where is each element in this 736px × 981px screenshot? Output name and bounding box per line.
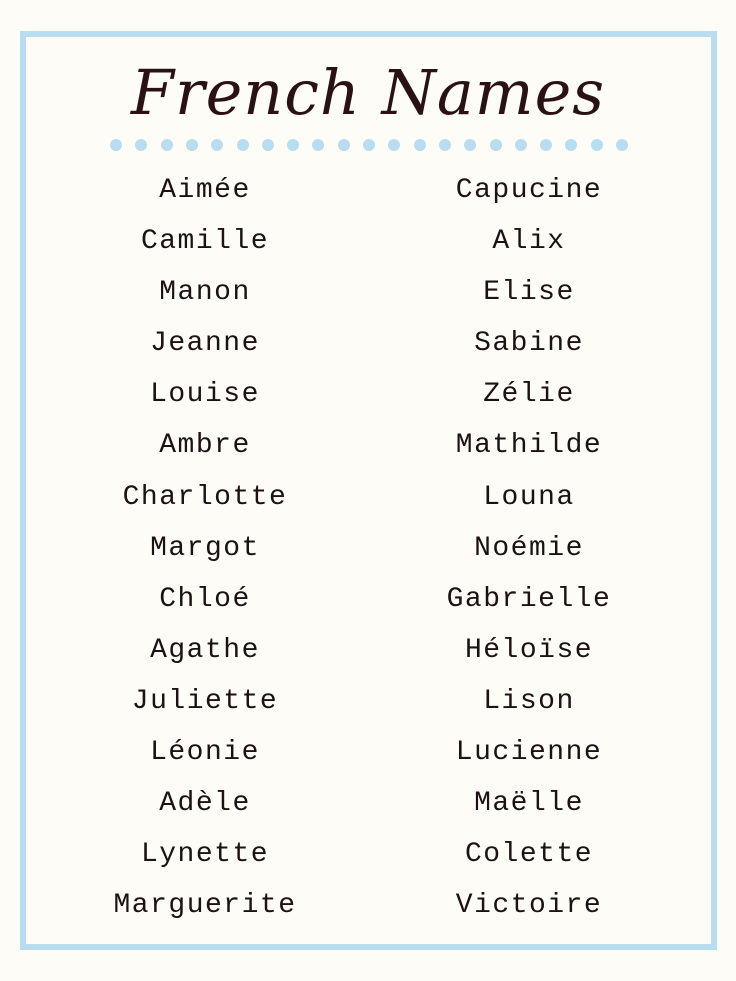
divider-dot bbox=[590, 139, 603, 151]
name-item: Margot bbox=[150, 532, 260, 564]
name-item: Noémie bbox=[474, 532, 584, 564]
divider-dot bbox=[135, 139, 148, 151]
page-title: French Names bbox=[130, 56, 606, 129]
name-item: Ambre bbox=[159, 430, 251, 462]
divider-dot bbox=[160, 139, 173, 151]
names-column-left: Aimée Camille Manon Jeanne Louise Ambre … bbox=[55, 165, 355, 931]
divider-dot bbox=[185, 139, 198, 151]
divider-dot bbox=[565, 139, 578, 151]
name-item: Colette bbox=[464, 839, 594, 871]
divider-dot bbox=[464, 139, 477, 151]
name-item: Alix bbox=[492, 226, 566, 258]
divider-dot bbox=[489, 139, 502, 151]
name-item: Mathilde bbox=[455, 430, 603, 462]
divider-dot bbox=[312, 139, 325, 151]
divider-dot bbox=[413, 139, 426, 151]
divider-dot bbox=[337, 139, 350, 151]
name-item: Chloé bbox=[159, 583, 251, 615]
divider-dot bbox=[287, 139, 300, 151]
name-item: Adèle bbox=[159, 788, 251, 820]
divider-dot bbox=[261, 139, 274, 151]
name-item: Manon bbox=[159, 277, 251, 309]
name-item: Louise bbox=[150, 379, 260, 411]
divider-dot bbox=[438, 139, 451, 151]
divider-dot bbox=[616, 139, 628, 151]
name-item: Héloïse bbox=[464, 634, 594, 666]
name-item: Gabrielle bbox=[446, 583, 612, 615]
name-item: Louna bbox=[483, 481, 575, 513]
name-item: Victoire bbox=[455, 890, 603, 922]
divider-dot bbox=[236, 139, 249, 151]
name-item: Sabine bbox=[474, 328, 584, 360]
names-column-right: Capucine Alix Elise Sabine Zélie Mathild… bbox=[379, 165, 679, 931]
name-item: Agathe bbox=[150, 634, 260, 666]
name-item: Jeanne bbox=[150, 328, 260, 360]
dotted-divider bbox=[110, 139, 630, 151]
name-item: Lynette bbox=[140, 839, 270, 871]
name-item: Camille bbox=[140, 226, 270, 258]
name-item: Marguerite bbox=[113, 890, 297, 922]
name-item: Lison bbox=[483, 685, 575, 717]
divider-dot bbox=[211, 139, 224, 151]
name-item: Zélie bbox=[483, 379, 575, 411]
name-item: Léonie bbox=[150, 737, 260, 769]
divider-dot bbox=[388, 139, 401, 151]
name-item: Elise bbox=[483, 277, 575, 309]
name-item: Juliette bbox=[131, 685, 279, 717]
name-item: Maëlle bbox=[474, 788, 584, 820]
name-item: Capucine bbox=[455, 175, 603, 206]
divider-dot bbox=[514, 139, 527, 151]
divider-dot bbox=[110, 139, 122, 151]
divider-dot bbox=[540, 139, 553, 151]
name-item: Charlotte bbox=[122, 481, 288, 513]
name-item: Lucienne bbox=[455, 737, 603, 769]
name-item: Aimée bbox=[159, 175, 251, 206]
divider-dot bbox=[363, 139, 375, 151]
